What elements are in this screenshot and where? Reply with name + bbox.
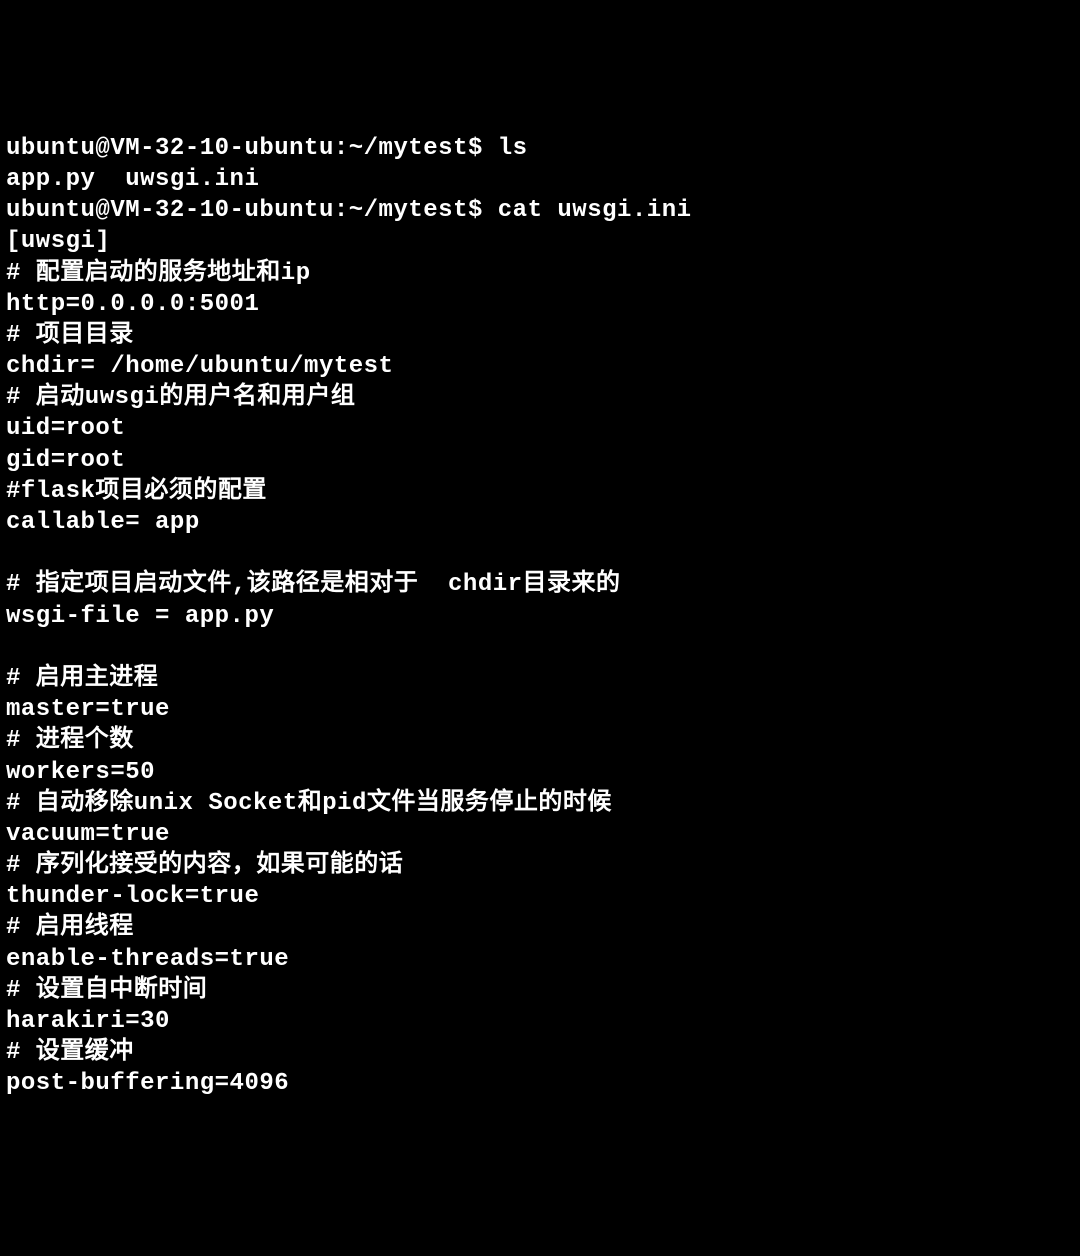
terminal-line: harakiri=30 [6, 1006, 1074, 1037]
terminal-line: wsgi-file = app.py [6, 601, 1074, 632]
terminal-line: # 配置启动的服务地址和ip [6, 258, 1074, 289]
terminal-line [6, 538, 1074, 569]
terminal-line: vacuum=true [6, 819, 1074, 850]
terminal-line: workers=50 [6, 757, 1074, 788]
terminal-line: ubuntu@VM-32-10-ubuntu:~/mytest$ ls [6, 133, 1074, 164]
terminal-line: # 序列化接受的内容，如果可能的话 [6, 850, 1074, 881]
terminal-line: # 启用线程 [6, 912, 1074, 943]
terminal-line: thunder-lock=true [6, 881, 1074, 912]
terminal-line: # 启用主进程 [6, 663, 1074, 694]
terminal-line: gid=root [6, 445, 1074, 476]
terminal-line: # 设置自中断时间 [6, 975, 1074, 1006]
terminal-line: # 设置缓冲 [6, 1037, 1074, 1068]
terminal-line: # 启动uwsgi的用户名和用户组 [6, 382, 1074, 413]
terminal-line: chdir= /home/ubuntu/mytest [6, 351, 1074, 382]
terminal-line: master=true [6, 694, 1074, 725]
terminal-line: ubuntu@VM-32-10-ubuntu:~/mytest$ cat uws… [6, 195, 1074, 226]
terminal-line: # 自动移除unix Socket和pid文件当服务停止的时候 [6, 788, 1074, 819]
terminal-line: # 项目目录 [6, 320, 1074, 351]
terminal-line: #flask项目必须的配置 [6, 476, 1074, 507]
terminal-line [6, 632, 1074, 663]
terminal-line: # 进程个数 [6, 725, 1074, 756]
terminal-line: post-buffering=4096 [6, 1068, 1074, 1099]
terminal-line: callable= app [6, 507, 1074, 538]
terminal-line: enable-threads=true [6, 944, 1074, 975]
terminal-line: http=0.0.0.0:5001 [6, 289, 1074, 320]
terminal-window[interactable]: ubuntu@VM-32-10-ubuntu:~/mytest$ lsapp.p… [6, 133, 1074, 1100]
terminal-line: [uwsgi] [6, 226, 1074, 257]
terminal-line: app.py uwsgi.ini [6, 164, 1074, 195]
terminal-line: # 指定项目启动文件,该路径是相对于 chdir目录来的 [6, 569, 1074, 600]
terminal-line: uid=root [6, 413, 1074, 444]
